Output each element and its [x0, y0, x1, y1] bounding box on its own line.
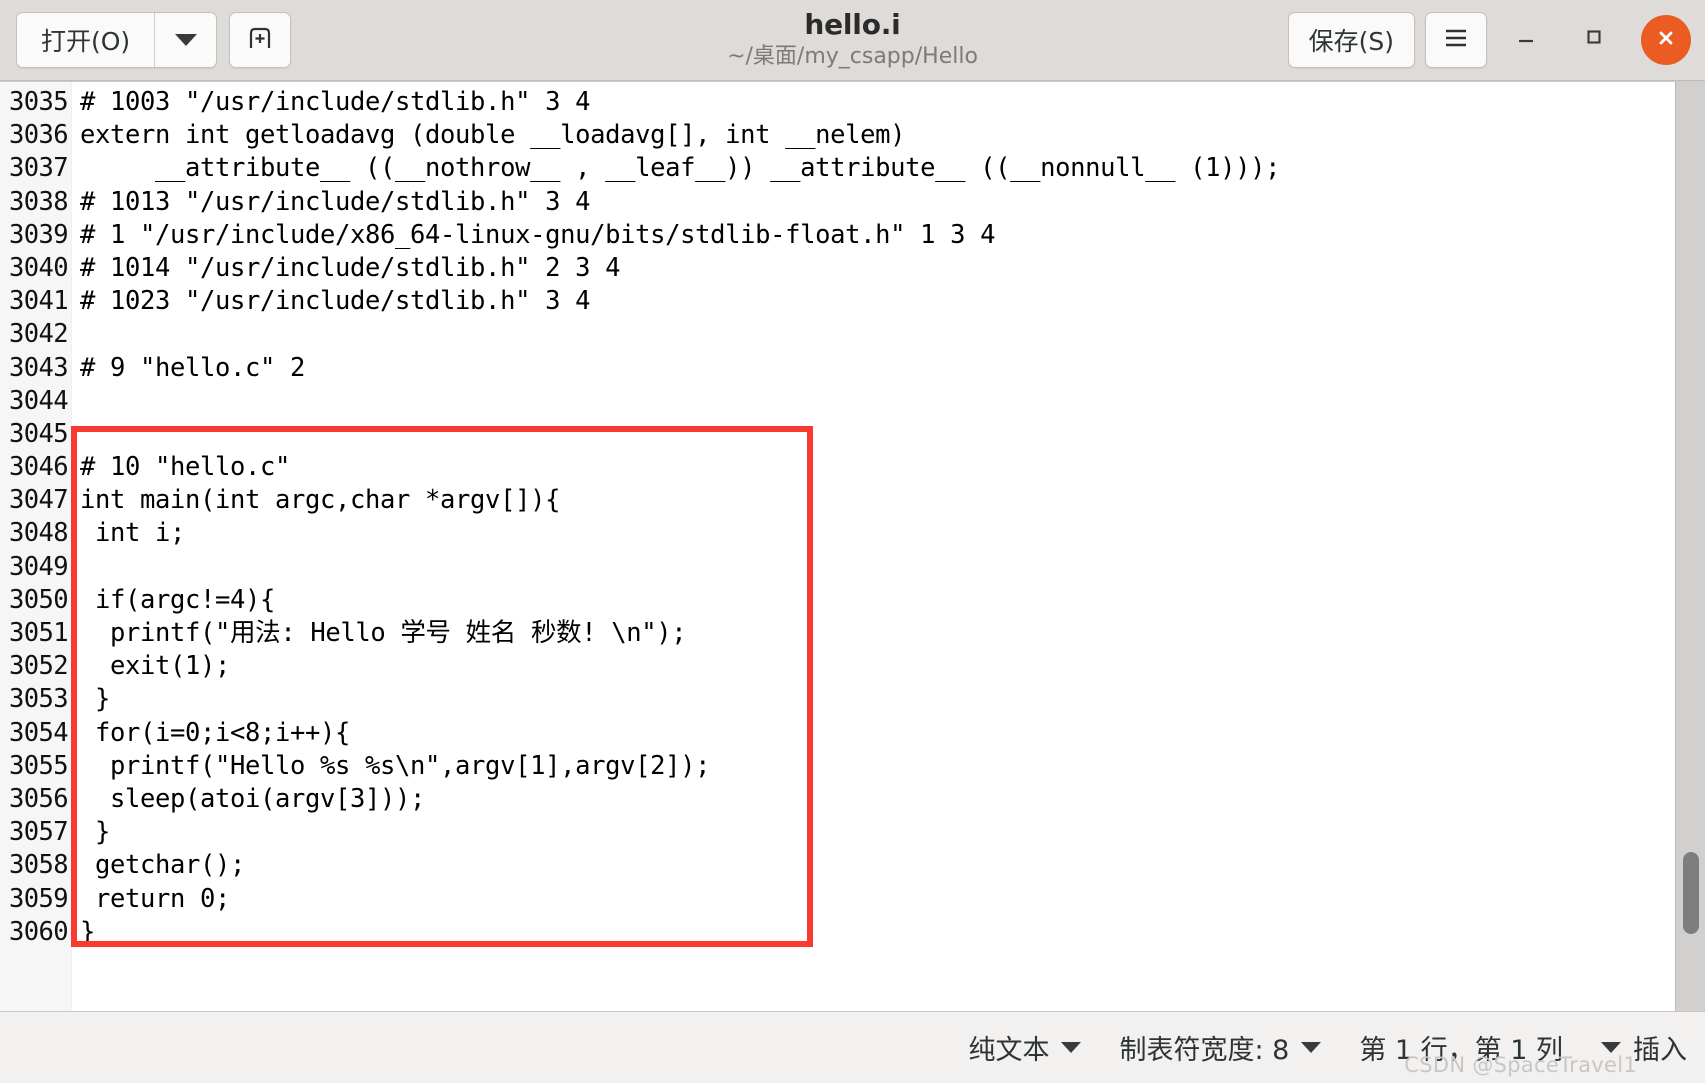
line-number: 3053	[8, 684, 69, 715]
text-editor-window: hello.i ~/桌面/my_csapp/Hello 打开(O) 保存(S) …	[0, 0, 1705, 1083]
line-number: 3043	[8, 352, 69, 383]
line-number: 3037	[8, 153, 69, 184]
line-number: 3059	[8, 883, 69, 914]
close-button[interactable]	[1641, 15, 1691, 65]
new-document-button[interactable]	[229, 12, 292, 68]
line-number: 3047	[8, 485, 69, 516]
code-line: # 1023 "/usr/include/stdlib.h" 3 4	[80, 286, 591, 317]
code-line: printf("用法: Hello 学号 姓名 秒数! \n");	[80, 618, 687, 648]
code-editor[interactable]: 3035 3036 3037 3038 3039 3040 3041 3042 3043 3044…	[0, 82, 1675, 1011]
line-number: 3051	[8, 618, 69, 648]
line-number: 3040	[8, 252, 69, 283]
minimize-icon	[1513, 23, 1539, 58]
line-number: 3042	[8, 319, 69, 350]
syntax-highlight-selector[interactable]: 纯文本	[968, 1028, 1082, 1067]
vertical-scrollbar[interactable]	[1675, 82, 1705, 1011]
code-line: # 1 "/usr/include/x86_64-linux-gnu/bits/…	[80, 219, 996, 250]
line-number: 3046	[8, 452, 69, 483]
line-number: 3044	[8, 385, 69, 416]
line-number: 3054	[8, 717, 69, 748]
open-button[interactable]: 打开(O)	[17, 13, 155, 67]
status-bar: 纯文本 制表符宽度: 8 第 1 行，第 1 列 插入 CSDN @SpaceT…	[0, 1011, 1705, 1083]
code-line: }	[80, 916, 96, 947]
line-number: 3035	[8, 87, 69, 117]
code-line: # 1014 "/usr/include/stdlib.h" 2 3 4	[80, 252, 621, 283]
header-bar: hello.i ~/桌面/my_csapp/Hello 打开(O) 保存(S)	[0, 0, 1705, 81]
chevron-down-icon	[1061, 1042, 1082, 1053]
close-icon	[1653, 25, 1679, 55]
tab-width-selector[interactable]: 制表符宽度: 8	[1119, 1028, 1322, 1067]
code-line: }	[80, 817, 111, 848]
code-line: int i;	[80, 518, 186, 549]
line-number: 3041	[8, 286, 69, 317]
header-left-controls: 打开(O)	[16, 12, 292, 68]
line-number: 3049	[8, 551, 69, 582]
line-number-gutter: 3035 3036 3037 3038 3039 3040 3041 3042 3043 3044…	[0, 82, 72, 1011]
line-number: 3060	[8, 916, 69, 947]
line-number: 3045	[8, 418, 69, 449]
chevron-down-icon	[174, 34, 197, 46]
insert-mode-selector[interactable]: 插入	[1601, 1028, 1687, 1067]
open-split-button[interactable]: 打开(O)	[16, 12, 218, 68]
chevron-down-icon	[1601, 1042, 1621, 1053]
code-line: sleep(atoi(argv[3]));	[80, 783, 426, 814]
file-path-subtitle: ~/桌面/my_csapp/Hello	[727, 43, 978, 69]
code-line: for(i=0;i<8;i++){	[80, 717, 351, 748]
tab-width-label: 制表符宽度: 8	[1119, 1035, 1290, 1066]
code-line: getchar();	[80, 850, 246, 881]
minimize-button[interactable]	[1497, 12, 1555, 68]
code-line: extern int getloadavg (double __loadavg[…	[80, 120, 906, 151]
insert-mode-label: 插入	[1633, 1035, 1687, 1066]
save-button[interactable]: 保存(S)	[1287, 12, 1415, 68]
code-line: return 0;	[80, 883, 231, 914]
code-line: # 9 "hello.c" 2	[80, 352, 306, 383]
cursor-position-label: 第 1 行，第 1 列	[1359, 1035, 1563, 1066]
code-line: # 1003 "/usr/include/stdlib.h" 3 4	[80, 87, 591, 117]
line-number: 3038	[8, 186, 69, 217]
code-line: __attribute__ ((__nothrow__ , __leaf__))…	[80, 153, 1281, 184]
line-number: 3048	[8, 518, 69, 549]
line-number: 3057	[8, 817, 69, 848]
vertical-scrollbar-thumb[interactable]	[1683, 852, 1699, 934]
line-number: 3056	[8, 783, 69, 814]
hamburger-menu-icon	[1442, 26, 1470, 54]
chevron-down-icon	[1301, 1042, 1322, 1053]
line-number: 3039	[8, 219, 69, 250]
cursor-position-indicator: 第 1 行，第 1 列	[1359, 1028, 1563, 1067]
header-right-controls: 保存(S)	[1287, 12, 1691, 68]
code-text-area[interactable]: # 1003 "/usr/include/stdlib.h" 3 4 extern…	[72, 82, 1675, 1011]
line-number: 3055	[8, 750, 69, 781]
code-line: int main(int argc,char *argv[]){	[80, 485, 561, 516]
maximize-icon	[1581, 23, 1607, 58]
open-dropdown-button[interactable]	[154, 13, 217, 67]
code-line: # 1013 "/usr/include/stdlib.h" 3 4	[80, 186, 591, 217]
page-title: hello.i	[804, 7, 901, 41]
code-line: if(argc!=4){	[80, 584, 276, 615]
maximize-button[interactable]	[1565, 12, 1623, 68]
code-line: # 10 "hello.c"	[80, 452, 291, 483]
new-document-icon	[246, 24, 274, 56]
main-menu-button[interactable]	[1425, 12, 1487, 68]
syntax-highlight-label: 纯文本	[968, 1035, 1050, 1066]
line-number: 3058	[8, 850, 69, 881]
code-line: printf("Hello %s %s\n",argv[1],argv[2]);	[80, 750, 711, 781]
code-line: exit(1);	[80, 651, 231, 682]
line-number: 3052	[8, 651, 69, 682]
code-line: }	[80, 684, 111, 715]
line-number: 3036	[8, 120, 69, 151]
editor-area: 3035 3036 3037 3038 3039 3040 3041 3042 3043 3044…	[0, 81, 1705, 1011]
line-number: 3050	[8, 584, 69, 615]
